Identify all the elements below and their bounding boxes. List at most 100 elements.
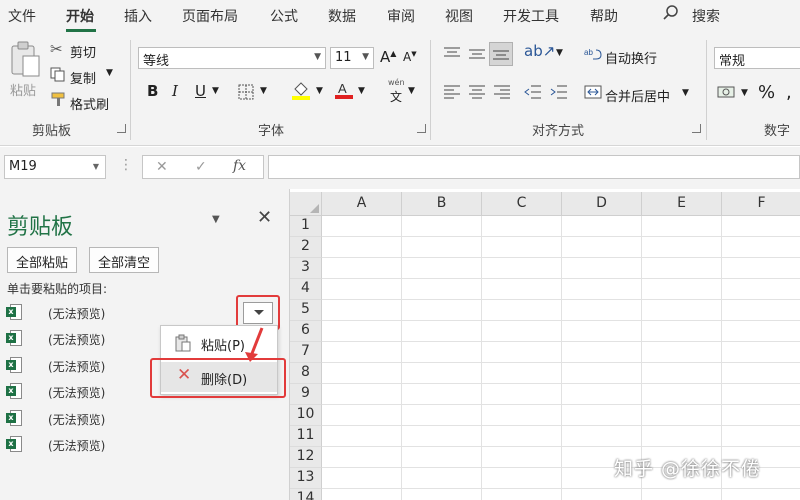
row-header[interactable]: 7 [290, 342, 322, 363]
chevron-down-icon[interactable]: ▼ [682, 88, 689, 98]
paste-all-button[interactable]: 全部粘贴 [7, 247, 78, 273]
tab-page-layout[interactable]: 页面布局 [182, 6, 238, 26]
tab-file[interactable]: 文件 [8, 6, 36, 26]
row-header[interactable]: 9 [290, 384, 322, 405]
excel-file-icon: x [6, 436, 22, 452]
column-header[interactable]: D [562, 192, 642, 216]
number-format-value: 常规 [719, 54, 746, 69]
row-header[interactable]: 11 [290, 426, 322, 447]
chevron-down-icon[interactable]: ▼ [408, 86, 415, 96]
font-size-combo[interactable]: 11 ▼ [330, 47, 374, 69]
chevron-down-icon[interactable]: ▼ [212, 86, 219, 96]
row-header[interactable]: 14 [290, 489, 322, 500]
accounting-format-icon[interactable] [717, 84, 737, 103]
clipboard-launcher-icon[interactable] [117, 124, 126, 133]
paste-icon[interactable] [8, 40, 42, 80]
row-header[interactable]: 1 [290, 216, 322, 237]
phonetic-icon[interactable]: wén [388, 78, 405, 87]
chevron-down-icon[interactable]: ▼ [556, 48, 563, 58]
active-tab-indicator [66, 29, 96, 32]
clipboard-item-text: (无法预览) [48, 413, 106, 427]
copy-icon[interactable] [50, 67, 65, 85]
number-format-combo[interactable]: 常规 [714, 47, 800, 69]
copy-button[interactable]: 复制 [70, 68, 96, 87]
shrink-font-icon[interactable]: A▼ [403, 50, 417, 64]
copy-dropdown-icon[interactable]: ▼ [106, 68, 113, 78]
cut-button[interactable]: 剪切 [70, 42, 96, 61]
chevron-down-icon[interactable]: ▼ [741, 88, 748, 98]
fill-color-icon[interactable] [291, 81, 311, 104]
alignment-launcher-icon[interactable] [692, 124, 701, 133]
chevron-down-icon[interactable]: ▼ [260, 86, 267, 96]
clipboard-item-text: (无法预览) [48, 307, 106, 321]
tab-formulas[interactable]: 公式 [270, 6, 298, 26]
enter-icon[interactable]: ✓ [195, 159, 207, 175]
row-header[interactable]: 5 [290, 300, 322, 321]
wrap-text-icon[interactable]: ab [584, 46, 602, 65]
comma-style-icon[interactable]: , [786, 82, 792, 103]
tab-view[interactable]: 视图 [445, 6, 473, 26]
align-middle-icon[interactable] [468, 46, 486, 65]
insert-function-icon[interactable]: fx [233, 158, 246, 174]
select-all-corner[interactable] [290, 192, 322, 216]
row-header[interactable]: 4 [290, 279, 322, 300]
orientation-icon[interactable]: ab↗ [524, 44, 555, 59]
close-icon[interactable]: ✕ [257, 207, 272, 228]
format-painter-icon[interactable] [50, 92, 66, 110]
excel-file-icon: x [6, 383, 22, 399]
cancel-icon[interactable]: ✕ [156, 159, 168, 175]
row-header[interactable]: 8 [290, 363, 322, 384]
align-bottom-button[interactable] [489, 42, 513, 66]
bold-icon[interactable]: B [147, 82, 158, 100]
font-name-combo[interactable]: 等线 ▼ [138, 47, 326, 69]
row-header[interactable]: 2 [290, 237, 322, 258]
grow-font-icon[interactable]: A▲ [380, 48, 396, 66]
font-launcher-icon[interactable] [417, 124, 426, 133]
border-icon[interactable] [238, 84, 254, 103]
row-header[interactable]: 12 [290, 447, 322, 468]
formula-input[interactable] [268, 155, 800, 179]
align-right-icon[interactable] [493, 84, 511, 103]
tab-data[interactable]: 数据 [328, 6, 356, 26]
column-header[interactable]: E [642, 192, 722, 216]
percent-icon[interactable]: % [758, 82, 775, 103]
clipboard-item[interactable]: x (无法预览) [6, 433, 276, 457]
column-header[interactable]: B [402, 192, 482, 216]
tab-home[interactable]: 开始 [66, 6, 94, 26]
merge-center-button[interactable]: 合并后居中 [605, 86, 670, 105]
chevron-down-icon[interactable]: ▼ [316, 86, 323, 96]
wrap-text-button[interactable]: 自动换行 [605, 48, 657, 67]
tab-help[interactable]: 帮助 [590, 6, 618, 26]
search-label[interactable]: 搜索 [692, 6, 720, 26]
search-icon[interactable] [663, 4, 679, 26]
row-header[interactable]: 13 [290, 468, 322, 489]
tab-review[interactable]: 审阅 [387, 6, 415, 26]
column-header[interactable]: F [722, 192, 800, 216]
column-header[interactable]: C [482, 192, 562, 216]
clear-all-button[interactable]: 全部清空 [89, 247, 160, 273]
align-center-icon[interactable] [468, 84, 486, 103]
row-header[interactable]: 10 [290, 405, 322, 426]
paste-button[interactable]: 粘贴 [10, 80, 36, 99]
name-box[interactable]: M19 ▼ [4, 155, 106, 179]
increase-indent-icon[interactable] [550, 84, 568, 103]
row-header[interactable]: 6 [290, 321, 322, 342]
clipboard-item-text: (无法预览) [48, 333, 106, 347]
italic-icon[interactable]: I [172, 82, 178, 100]
grid-line [322, 446, 800, 447]
align-top-icon[interactable] [443, 46, 461, 65]
format-painter-button[interactable]: 格式刷 [70, 94, 109, 113]
font-color-icon[interactable]: A [334, 80, 354, 103]
column-header[interactable]: A [322, 192, 402, 216]
row-header[interactable]: 3 [290, 258, 322, 279]
clipboard-item[interactable]: x (无法预览) [6, 407, 276, 431]
underline-icon[interactable]: U [195, 82, 206, 100]
scissors-icon[interactable]: ✂ [50, 42, 63, 57]
align-left-icon[interactable] [443, 84, 461, 103]
pane-options-icon[interactable]: ▼ [212, 214, 220, 225]
tab-insert[interactable]: 插入 [124, 6, 152, 26]
decrease-indent-icon[interactable] [524, 84, 542, 103]
chevron-down-icon[interactable]: ▼ [358, 86, 365, 96]
merge-center-icon[interactable] [584, 84, 602, 103]
tab-developer[interactable]: 开发工具 [503, 6, 559, 26]
